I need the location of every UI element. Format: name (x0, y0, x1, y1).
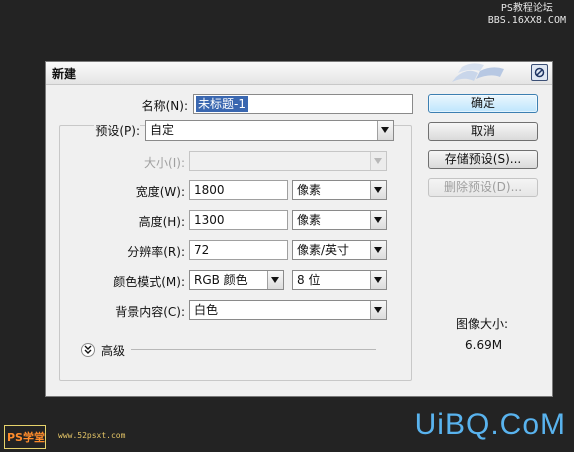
width-unit-value: 像素 (297, 183, 322, 197)
preset-label: 预设(P): (94, 122, 140, 139)
width-input[interactable]: 1800 (189, 180, 288, 200)
watermark-top-line2: BBS.16XX8.COM (487, 15, 566, 26)
height-unit-value: 像素 (297, 213, 322, 227)
height-unit-select[interactable]: 像素 (292, 210, 387, 230)
color-mode-value: RGB 颜色 (194, 273, 248, 287)
watermark-logo-text: PS学堂 (7, 431, 45, 444)
advanced-label[interactable]: 高级 (101, 342, 125, 359)
resolution-label: 分辨率(R): (127, 245, 185, 259)
bit-depth-dropdown-icon[interactable] (370, 271, 386, 289)
advanced-divider (131, 349, 376, 350)
background-value: 白色 (194, 303, 219, 317)
name-input[interactable]: 未标题-1 (193, 94, 413, 114)
watermark-logo: PS学堂 (4, 425, 46, 449)
width-unit-select[interactable]: 像素 (292, 180, 387, 200)
name-input-value: 未标题-1 (196, 96, 248, 112)
preset-value: 自定 (150, 123, 175, 137)
new-document-dialog: 新建 名称(N): 未标题-1 预设(P): 自定 大小(I): 宽度(W): … (45, 61, 553, 397)
color-mode-label: 颜色模式(M): (113, 275, 185, 289)
close-icon[interactable] (531, 64, 548, 81)
resolution-input[interactable]: 72 (189, 240, 288, 260)
background-select[interactable]: 白色 (189, 300, 387, 320)
width-label: 宽度(W): (135, 185, 185, 199)
background-dropdown-icon[interactable] (370, 301, 386, 319)
dialog-titlebar: 新建 (46, 62, 552, 85)
windows-logo-icon (452, 63, 504, 82)
name-label: 名称(N): (141, 99, 188, 113)
bit-depth-value: 8 位 (297, 273, 321, 287)
watermark-site: UiBQ.CoM (414, 408, 566, 441)
bit-depth-select[interactable]: 8 位 (292, 270, 387, 290)
height-input[interactable]: 1300 (189, 210, 288, 230)
delete-preset-button: 删除预设(D)... (428, 178, 538, 197)
background-label: 背景内容(C): (115, 305, 185, 319)
size-dropdown-icon (370, 152, 386, 170)
preset-dropdown-icon[interactable] (377, 121, 393, 140)
size-select (189, 151, 387, 171)
resolution-unit-value: 像素/英寸 (297, 243, 350, 257)
width-unit-dropdown-icon[interactable] (370, 181, 386, 199)
image-size-label: 图像大小: (456, 317, 509, 331)
resolution-unit-select[interactable]: 像素/英寸 (292, 240, 387, 260)
height-label: 高度(H): (138, 215, 185, 229)
expand-advanced-icon[interactable] (81, 343, 95, 357)
save-preset-button[interactable]: 存储预设(S)... (428, 150, 538, 169)
watermark-top: PS教程论坛 BBS.16XX8.COM (488, 3, 566, 27)
height-unit-dropdown-icon[interactable] (370, 211, 386, 229)
ok-button[interactable]: 确定 (428, 94, 538, 113)
watermark-url: www.52psxt.com (58, 431, 126, 440)
resolution-unit-dropdown-icon[interactable] (370, 241, 386, 259)
size-label: 大小(I): (144, 156, 185, 170)
color-mode-select[interactable]: RGB 颜色 (189, 270, 284, 290)
image-size-value: 6.69M (465, 338, 503, 352)
watermark-top-line1: PS教程论坛 (500, 3, 553, 14)
color-mode-dropdown-icon[interactable] (267, 271, 283, 289)
preset-select[interactable]: 自定 (145, 120, 394, 141)
cancel-button[interactable]: 取消 (428, 122, 538, 141)
dialog-title: 新建 (52, 67, 77, 81)
